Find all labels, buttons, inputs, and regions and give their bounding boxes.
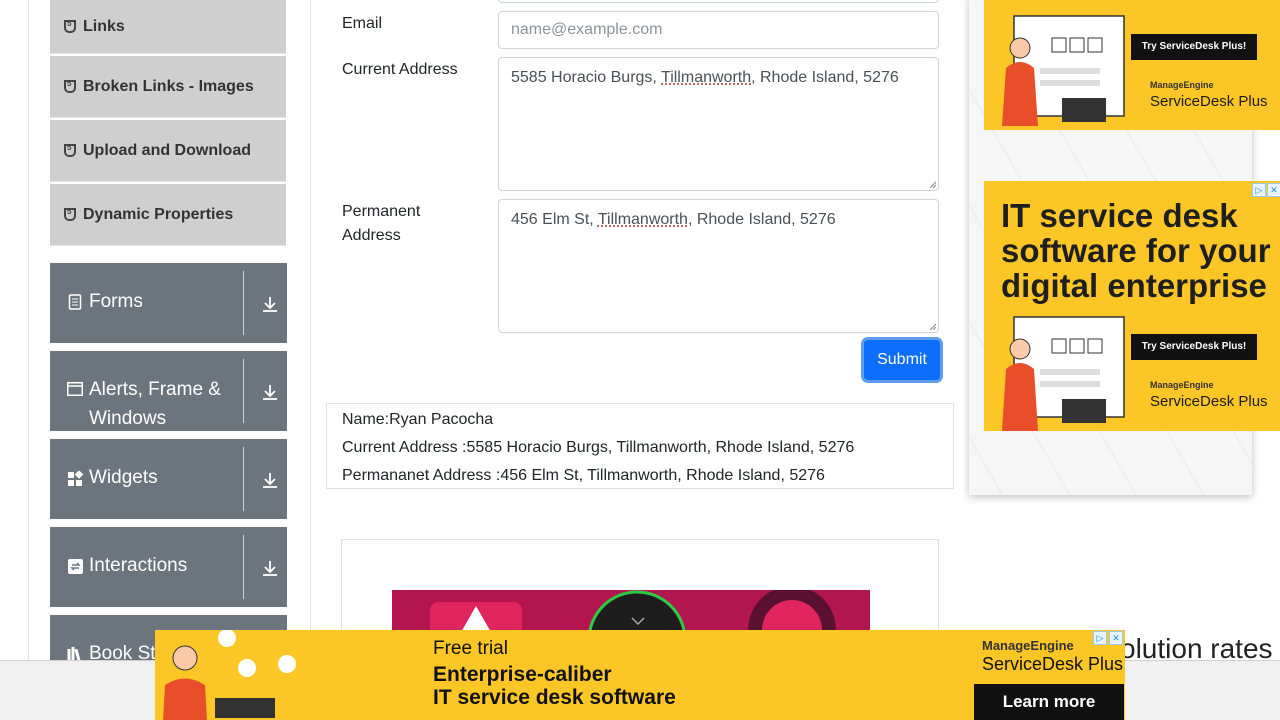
submit-button[interactable]: Submit — [864, 340, 940, 380]
ad-line-free-trial: Free trial — [433, 638, 508, 659]
divider — [243, 535, 244, 599]
output-current-address: Current Address :5585 Horacio Burgs, Til… — [342, 439, 855, 456]
email-label: Email — [342, 15, 383, 32]
illustration-person-laptop-icon — [1002, 316, 1125, 431]
brand-logo: ManageEngine — [1150, 80, 1214, 90]
sidebar-group-label: Interactions — [89, 555, 188, 576]
address-text: 456 Elm St, — [511, 211, 598, 228]
close-ad-icon[interactable]: ✕ — [1109, 631, 1123, 645]
current-address-textarea[interactable]: 5585 Horacio Burgs, Tillmanworth, Rhode … — [498, 57, 939, 191]
download-icon[interactable] — [261, 559, 279, 577]
address-text: , Rhode Island, 5276 — [687, 211, 836, 228]
current-address-label: Current Address — [342, 61, 458, 78]
try-button[interactable]: Try ServiceDesk Plus! — [1131, 34, 1257, 60]
sidebar-group-interactions[interactable]: Interactions — [50, 527, 287, 607]
sidebar-group-label: Alerts, Frame & Windows — [89, 379, 221, 429]
download-icon[interactable] — [261, 295, 279, 313]
previous-field-edge — [498, 0, 939, 3]
address-text: , Rhode Island, 5276 — [751, 69, 899, 86]
brand-logo: ManageEngine — [1150, 380, 1214, 390]
close-ad-icon[interactable]: ✕ — [1267, 183, 1280, 197]
html5-icon — [64, 79, 76, 93]
sidebar-item-label: Dynamic Properties — [83, 205, 234, 223]
sidebar-group-label: Forms — [89, 291, 143, 312]
sidebar-item-label: Links — [83, 17, 125, 35]
resize-handle-icon[interactable] — [928, 322, 936, 330]
sidebar-group-widgets[interactable]: Widgets — [50, 439, 287, 519]
divider — [243, 447, 244, 511]
ad-line-enterprise: Enterprise-caliber — [433, 663, 612, 686]
document-icon — [67, 294, 83, 310]
email-field[interactable]: name@example.com — [498, 11, 939, 49]
divider — [243, 359, 244, 423]
sidebar-group-forms[interactable]: Forms — [50, 263, 287, 343]
permanent-address-textarea[interactable]: 456 Elm St, Tillmanworth, Rhode Island, … — [498, 199, 939, 333]
illustration-person-laptop-icon — [1002, 15, 1125, 126]
permanent-address-label: Permanent Address — [342, 203, 421, 244]
sidebar-item-upload-download[interactable]: Upload and Download — [50, 120, 286, 182]
ad-line-software: IT service desk software — [433, 686, 676, 709]
sidebar-item-links[interactable]: Links — [50, 0, 286, 54]
product-name: ServiceDesk Plus — [1150, 93, 1268, 110]
product-name: ServiceDesk Plus — [982, 654, 1124, 674]
ad-servicedesk-top[interactable]: Try ServiceDesk Plus! ManageEngine Servi… — [984, 0, 1280, 130]
address-text: 5585 Horacio Burgs, — [511, 69, 662, 86]
adchoices-icon[interactable]: ▷ — [1093, 631, 1107, 645]
output-permanent-address: Permananet Address :456 Elm St, Tillmanw… — [342, 467, 825, 484]
html5-icon — [64, 207, 76, 221]
sidebar-item-label: Broken Links - Images — [83, 77, 254, 95]
sidebar-item-label: Upload and Download — [83, 141, 251, 159]
sidebar-item-dynamic-properties[interactable]: Dynamic Properties — [50, 184, 286, 246]
sidebar-group-label: Widgets — [89, 467, 158, 488]
widgets-icon — [67, 470, 84, 487]
bottom-ad-banner[interactable]: Free trial Enterprise-caliber IT service… — [155, 630, 1125, 720]
illustration-person-laptop-icon — [163, 630, 296, 720]
html5-icon — [64, 143, 76, 157]
html5-icon — [64, 19, 76, 33]
download-icon[interactable] — [261, 471, 279, 489]
spellcheck-word: Tillmanworth — [597, 211, 688, 228]
email-placeholder: name@example.com — [511, 21, 663, 38]
ad-headline: IT service desk software for your digita… — [1001, 197, 1271, 304]
ad-servicedesk-bottom[interactable]: IT service desk software for your digita… — [984, 181, 1280, 431]
sidebar-group-alerts[interactable]: Alerts, Frame & Windows — [50, 351, 287, 431]
adchoices-icon[interactable]: ▷ — [1252, 183, 1266, 197]
product-name: ServiceDesk Plus — [1150, 393, 1268, 410]
interactions-icon — [67, 559, 83, 575]
brand-logo: ManageEngine — [982, 638, 1074, 653]
divider — [243, 271, 244, 335]
output-name: Name:Ryan Pacocha — [342, 411, 494, 428]
spellcheck-word: Tillmanworth — [661, 69, 752, 86]
output-panel: Name:Ryan Pacocha Current Address :5585 … — [326, 403, 954, 489]
sidebar-item-broken-links[interactable]: Broken Links - Images — [50, 56, 286, 118]
download-icon[interactable] — [261, 383, 279, 401]
try-button[interactable]: Try ServiceDesk Plus! — [1131, 334, 1257, 360]
resize-handle-icon[interactable] — [928, 180, 936, 188]
window-icon — [67, 382, 83, 398]
learn-more-button[interactable]: Learn more — [974, 684, 1124, 720]
